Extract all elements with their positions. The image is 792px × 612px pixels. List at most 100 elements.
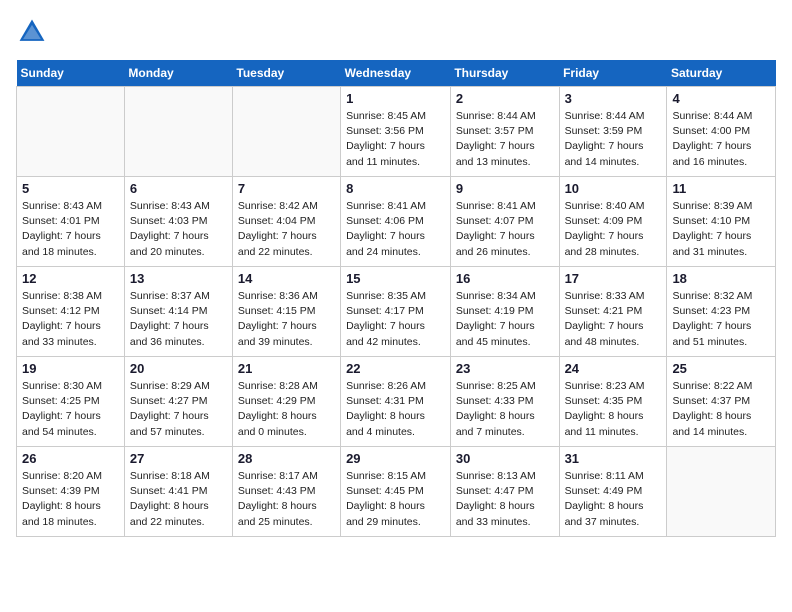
cell-content: Sunrise: 8:26 AM Sunset: 4:31 PM Dayligh… [346,379,445,440]
logo-icon [16,16,48,48]
week-row: 1 Sunrise: 8:45 AM Sunset: 3:56 PM Daylig… [17,87,776,177]
week-row: 26Sunrise: 8:20 AM Sunset: 4:39 PM Dayli… [17,447,776,537]
calendar-cell: 5Sunrise: 8:43 AM Sunset: 4:01 PM Daylig… [17,177,125,267]
calendar-cell: 22 Sunrise: 8:26 AM Sunset: 4:31 PM Dayli… [341,357,451,447]
cell-content: Sunrise: 8:15 AM Sunset: 4:45 PM Dayligh… [346,469,445,530]
cell-content: Sunrise: 8:45 AM Sunset: 3:56 PM Dayligh… [346,109,445,170]
cell-content: Sunrise: 8:44 AM Sunset: 3:59 PM Dayligh… [565,109,662,170]
calendar-cell: 9 Sunrise: 8:41 AM Sunset: 4:07 PM Daylig… [450,177,559,267]
day-number: 14 [238,271,335,286]
day-number: 2 [456,91,554,106]
calendar-cell: 15 Sunrise: 8:35 AM Sunset: 4:17 PM Dayli… [341,267,451,357]
cell-content: Sunrise: 8:30 AM Sunset: 4:25 PM Dayligh… [22,379,119,440]
calendar-cell: 4 Sunrise: 8:44 AM Sunset: 4:00 PM Daylig… [667,87,776,177]
cell-content: Sunrise: 8:22 AM Sunset: 4:37 PM Dayligh… [672,379,770,440]
cell-content: Sunrise: 8:23 AM Sunset: 4:35 PM Dayligh… [565,379,662,440]
weekday-header: Sunday [17,60,125,87]
calendar-cell: 13 Sunrise: 8:37 AM Sunset: 4:14 PM Dayli… [124,267,232,357]
cell-content: Sunrise: 8:17 AM Sunset: 4:43 PM Dayligh… [238,469,335,530]
week-row: 19 Sunrise: 8:30 AM Sunset: 4:25 PM Dayli… [17,357,776,447]
cell-content: Sunrise: 8:28 AM Sunset: 4:29 PM Dayligh… [238,379,335,440]
calendar-cell [124,87,232,177]
cell-content: Sunrise: 8:18 AM Sunset: 4:41 PM Dayligh… [130,469,227,530]
calendar-cell: 10 Sunrise: 8:40 AM Sunset: 4:09 PM Dayli… [559,177,667,267]
cell-content: Sunrise: 8:43 AM Sunset: 4:03 PM Dayligh… [130,199,227,260]
day-number: 9 [456,181,554,196]
calendar-cell: 7 Sunrise: 8:42 AM Sunset: 4:04 PM Daylig… [232,177,340,267]
day-number: 8 [346,181,445,196]
day-number: 20 [130,361,227,376]
calendar-cell: 16 Sunrise: 8:34 AM Sunset: 4:19 PM Dayli… [450,267,559,357]
cell-content: Sunrise: 8:37 AM Sunset: 4:14 PM Dayligh… [130,289,227,350]
day-number: 1 [346,91,445,106]
day-number: 15 [346,271,445,286]
day-number: 31 [565,451,662,466]
cell-content: Sunrise: 8:42 AM Sunset: 4:04 PM Dayligh… [238,199,335,260]
calendar-cell: 18Sunrise: 8:32 AM Sunset: 4:23 PM Dayli… [667,267,776,357]
calendar-cell: 26Sunrise: 8:20 AM Sunset: 4:39 PM Dayli… [17,447,125,537]
calendar-cell: 24 Sunrise: 8:23 AM Sunset: 4:35 PM Dayli… [559,357,667,447]
calendar-cell: 25Sunrise: 8:22 AM Sunset: 4:37 PM Dayli… [667,357,776,447]
cell-content: Sunrise: 8:40 AM Sunset: 4:09 PM Dayligh… [565,199,662,260]
page-header [16,16,776,48]
day-number: 16 [456,271,554,286]
cell-content: Sunrise: 8:29 AM Sunset: 4:27 PM Dayligh… [130,379,227,440]
week-row: 5Sunrise: 8:43 AM Sunset: 4:01 PM Daylig… [17,177,776,267]
day-number: 10 [565,181,662,196]
day-number: 29 [346,451,445,466]
calendar-body: 1 Sunrise: 8:45 AM Sunset: 3:56 PM Daylig… [17,87,776,537]
cell-content: Sunrise: 8:34 AM Sunset: 4:19 PM Dayligh… [456,289,554,350]
day-number: 13 [130,271,227,286]
weekday-header: Saturday [667,60,776,87]
day-number: 18 [672,271,770,286]
day-number: 28 [238,451,335,466]
weekday-header: Wednesday [341,60,451,87]
week-row: 12Sunrise: 8:38 AM Sunset: 4:12 PM Dayli… [17,267,776,357]
calendar-cell: 17Sunrise: 8:33 AM Sunset: 4:21 PM Dayli… [559,267,667,357]
calendar-header: SundayMondayTuesdayWednesdayThursdayFrid… [17,60,776,87]
day-number: 26 [22,451,119,466]
weekday-header: Friday [559,60,667,87]
calendar-cell: 14Sunrise: 8:36 AM Sunset: 4:15 PM Dayli… [232,267,340,357]
calendar-cell: 23 Sunrise: 8:25 AM Sunset: 4:33 PM Dayli… [450,357,559,447]
calendar-table: SundayMondayTuesdayWednesdayThursdayFrid… [16,60,776,537]
day-number: 22 [346,361,445,376]
calendar-cell: 11Sunrise: 8:39 AM Sunset: 4:10 PM Dayli… [667,177,776,267]
calendar-cell: 31 Sunrise: 8:11 AM Sunset: 4:49 PM Dayli… [559,447,667,537]
day-number: 24 [565,361,662,376]
weekday-header: Monday [124,60,232,87]
day-number: 19 [22,361,119,376]
cell-content: Sunrise: 8:41 AM Sunset: 4:06 PM Dayligh… [346,199,445,260]
day-number: 12 [22,271,119,286]
day-number: 6 [130,181,227,196]
cell-content: Sunrise: 8:39 AM Sunset: 4:10 PM Dayligh… [672,199,770,260]
calendar-cell: 21 Sunrise: 8:28 AM Sunset: 4:29 PM Dayli… [232,357,340,447]
day-number: 30 [456,451,554,466]
weekday-header: Thursday [450,60,559,87]
day-number: 21 [238,361,335,376]
cell-content: Sunrise: 8:41 AM Sunset: 4:07 PM Dayligh… [456,199,554,260]
day-number: 27 [130,451,227,466]
calendar-cell: 6 Sunrise: 8:43 AM Sunset: 4:03 PM Daylig… [124,177,232,267]
calendar-cell: 3 Sunrise: 8:44 AM Sunset: 3:59 PM Daylig… [559,87,667,177]
calendar-cell [17,87,125,177]
day-number: 23 [456,361,554,376]
day-number: 3 [565,91,662,106]
calendar-cell: 1 Sunrise: 8:45 AM Sunset: 3:56 PM Daylig… [341,87,451,177]
day-number: 7 [238,181,335,196]
cell-content: Sunrise: 8:35 AM Sunset: 4:17 PM Dayligh… [346,289,445,350]
calendar-cell [667,447,776,537]
calendar-cell [232,87,340,177]
cell-content: Sunrise: 8:33 AM Sunset: 4:21 PM Dayligh… [565,289,662,350]
calendar-cell: 30 Sunrise: 8:13 AM Sunset: 4:47 PM Dayli… [450,447,559,537]
cell-content: Sunrise: 8:25 AM Sunset: 4:33 PM Dayligh… [456,379,554,440]
cell-content: Sunrise: 8:43 AM Sunset: 4:01 PM Dayligh… [22,199,119,260]
cell-content: Sunrise: 8:11 AM Sunset: 4:49 PM Dayligh… [565,469,662,530]
day-number: 4 [672,91,770,106]
cell-content: Sunrise: 8:44 AM Sunset: 4:00 PM Dayligh… [672,109,770,170]
weekday-row: SundayMondayTuesdayWednesdayThursdayFrid… [17,60,776,87]
cell-content: Sunrise: 8:13 AM Sunset: 4:47 PM Dayligh… [456,469,554,530]
calendar-cell: 19 Sunrise: 8:30 AM Sunset: 4:25 PM Dayli… [17,357,125,447]
cell-content: Sunrise: 8:44 AM Sunset: 3:57 PM Dayligh… [456,109,554,170]
logo [16,16,52,48]
